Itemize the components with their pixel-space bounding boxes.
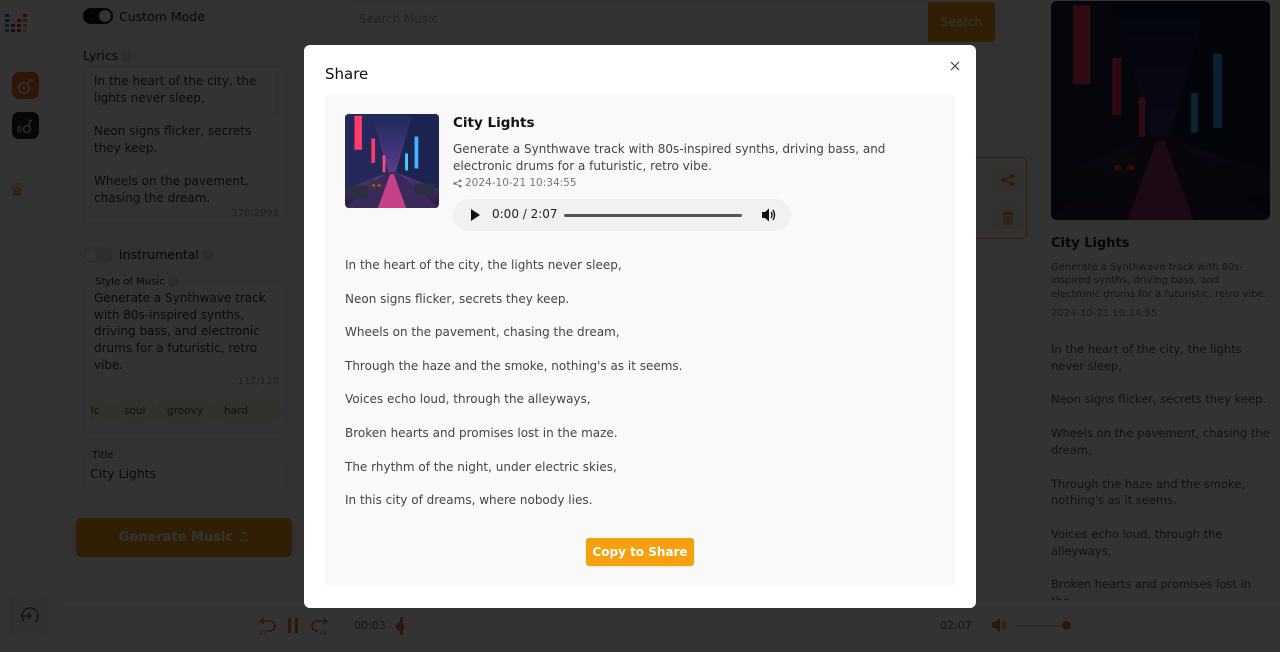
lyric-line: Through the haze and the smoke, nothing'… [345, 358, 683, 373]
song-date-text: 2024-10-21 10:34:55 [465, 177, 577, 189]
lyric-line: Voices echo loud, through the alleyways, [345, 392, 591, 407]
share-modal: Share City Lights Generate a Synthwave t… [304, 45, 976, 608]
lyric-line: Wheels on the pavement, chasing the drea… [345, 325, 620, 340]
close-button[interactable] [947, 58, 963, 74]
lyric-line: Neon signs flicker, secrets they keep. [345, 291, 570, 306]
song-cover [345, 114, 439, 208]
song-date: 2024-10-21 10:34:55 [453, 177, 577, 189]
audio-time: 0:00 / 2:07 [492, 207, 558, 221]
audio-player: 0:00 / 2:07 [453, 199, 791, 231]
close-icon [950, 61, 960, 71]
song-title: City Lights [453, 115, 535, 131]
share-card: City Lights Generate a Synthwave track w… [325, 95, 955, 586]
volume-icon[interactable] [761, 207, 777, 223]
lyric-line: The rhythm of the night, under electric … [345, 459, 617, 474]
copy-to-share-button[interactable]: Copy to Share [586, 538, 694, 566]
audio-progress-slider[interactable] [564, 214, 742, 217]
modal-title: Share [325, 65, 369, 83]
lyric-line: In this city of dreams, where nobody lie… [345, 493, 593, 508]
song-description: Generate a Synthwave track with 80s-insp… [453, 142, 886, 173]
lyric-line: Broken hearts and promises lost in the m… [345, 425, 618, 440]
share-icon [453, 178, 462, 188]
play-icon[interactable] [470, 209, 480, 221]
lyric-line: In the heart of the city, the lights nev… [345, 258, 622, 272]
share-lyrics: In the heart of the city, the lights nev… [345, 257, 935, 526]
